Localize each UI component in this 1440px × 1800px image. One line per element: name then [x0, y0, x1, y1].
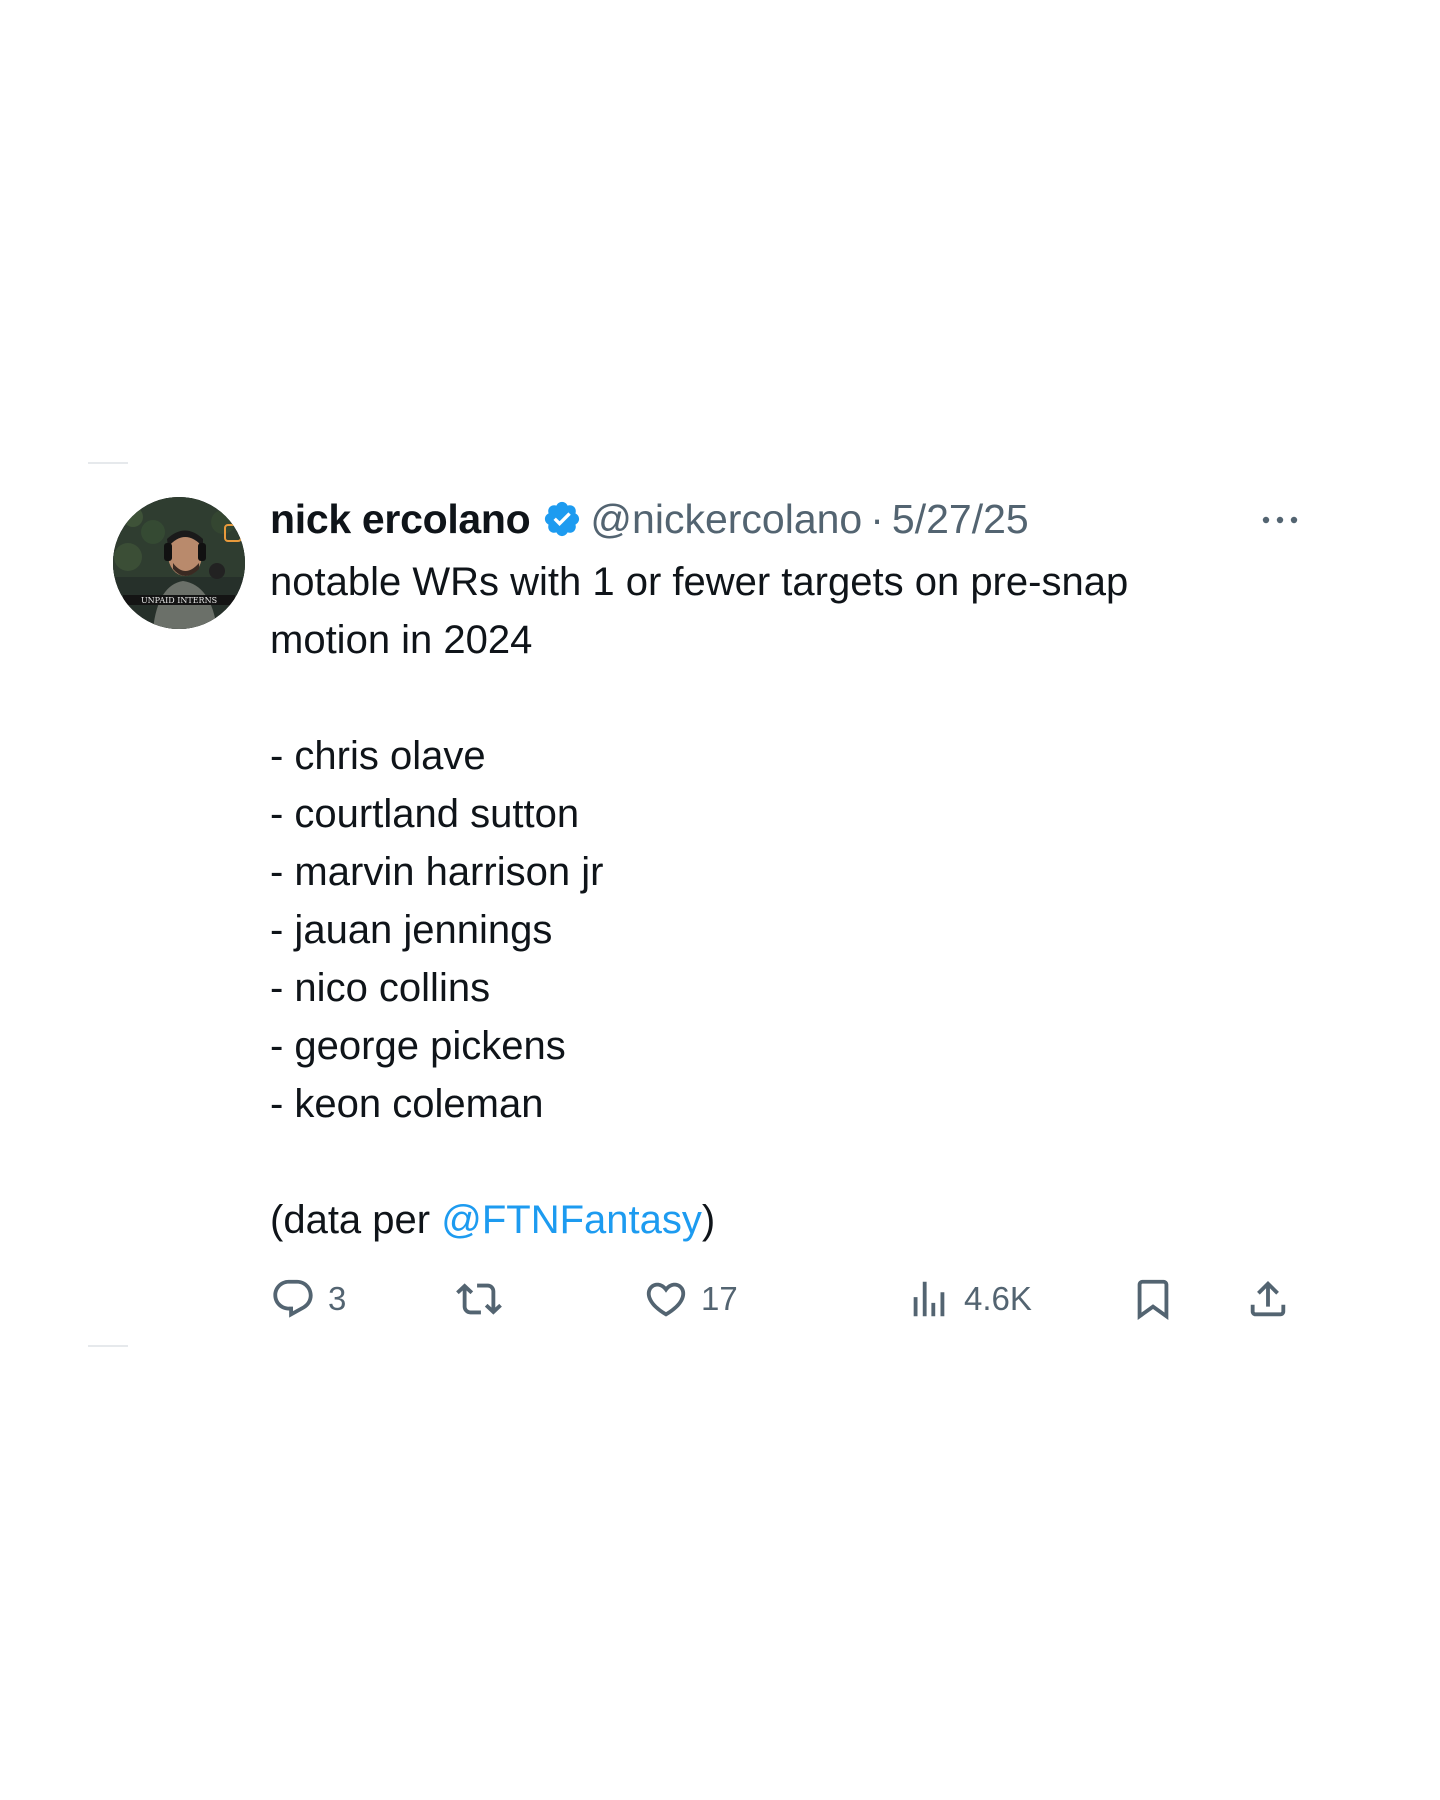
- source-suffix: ): [701, 1198, 716, 1242]
- avatar[interactable]: UNPAID INTERNS: [113, 497, 245, 629]
- like-count: 17: [701, 1280, 738, 1317]
- reply-count: 3: [328, 1280, 347, 1317]
- list-item: - marvin harrison jr: [270, 850, 604, 894]
- user-handle[interactable]: @nickercolano: [590, 496, 862, 543]
- repost-icon: [456, 1283, 502, 1315]
- share-button[interactable]: [1245, 1274, 1291, 1324]
- bookmark-icon: [1137, 1279, 1169, 1320]
- display-name[interactable]: nick ercolano: [270, 496, 531, 543]
- tweet-intro-line-2: motion in 2024: [270, 618, 533, 662]
- bookmark-button[interactable]: [1130, 1274, 1176, 1324]
- list-item: - keon coleman: [270, 1082, 544, 1126]
- reply-icon: [273, 1279, 313, 1318]
- tweet-text: notable WRs with 1 or fewer targets on p…: [270, 553, 1300, 1249]
- verified-badge-icon[interactable]: [542, 499, 582, 539]
- list-item: - jauan jennings: [270, 908, 553, 952]
- list-item: - george pickens: [270, 1024, 566, 1068]
- tweet-intro-line-1: notable WRs with 1 or fewer targets on p…: [270, 560, 1129, 604]
- views-icon: [913, 1281, 945, 1317]
- separator-dot: ·: [870, 495, 884, 542]
- views-button[interactable]: 4.6K: [906, 1274, 1032, 1324]
- views-count: 4.6K: [964, 1280, 1032, 1317]
- tweet-content: nick ercolano @nickercolano · 5/27/25 no…: [270, 495, 1300, 1324]
- like-button[interactable]: 17: [643, 1274, 738, 1324]
- list-item: - nico collins: [270, 966, 491, 1010]
- list-item: - chris olave: [270, 734, 486, 778]
- list-item: - courtland sutton: [270, 792, 580, 836]
- reply-button[interactable]: 3: [270, 1274, 346, 1324]
- tweet-date[interactable]: 5/27/25: [892, 496, 1029, 543]
- avatar-image: UNPAID INTERNS: [113, 497, 245, 629]
- avatar-logo-text: UNPAID INTERNS: [141, 596, 217, 605]
- repost-button[interactable]: [456, 1274, 514, 1324]
- bottom-divider: [88, 1345, 128, 1347]
- heart-icon: [646, 1282, 686, 1317]
- mention-link[interactable]: @FTNFantasy: [441, 1198, 702, 1242]
- source-line: (data per @FTNFantasy): [270, 1191, 1300, 1249]
- tweet-actions: 3 17 4.6K: [270, 1274, 1300, 1324]
- source-prefix: (data per: [270, 1198, 442, 1242]
- more-icon[interactable]: [1260, 513, 1300, 525]
- tweet-header: nick ercolano @nickercolano · 5/27/25: [270, 495, 1300, 543]
- share-icon: [1250, 1280, 1286, 1317]
- top-divider: [88, 462, 128, 464]
